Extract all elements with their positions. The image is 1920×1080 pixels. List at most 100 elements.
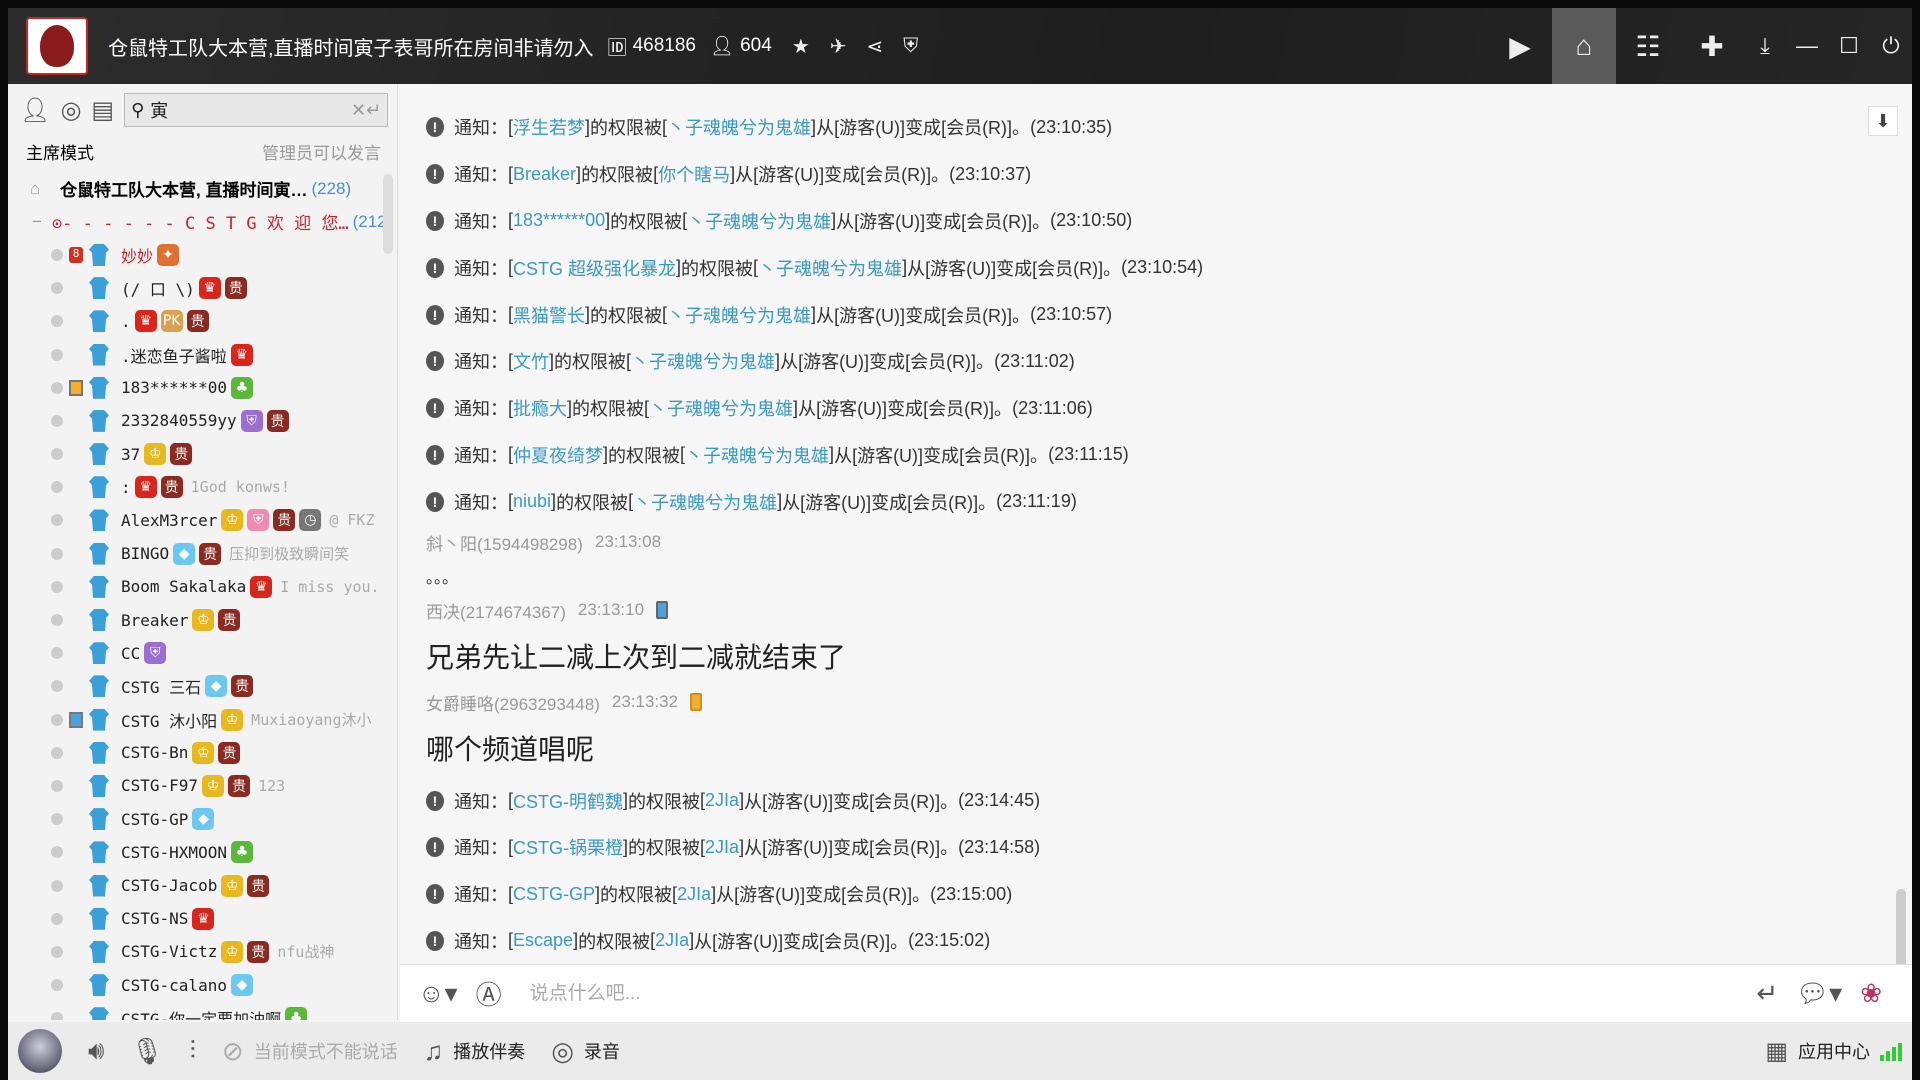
text-style-icon[interactable]: Ⓐ	[476, 975, 502, 1012]
notice-operator-link[interactable]: 你个瞎马	[658, 161, 730, 187]
notice-operator-link[interactable]: 2JIa	[705, 790, 739, 811]
list-icon[interactable]: ☷	[1616, 8, 1680, 84]
user-row[interactable]: Breaker ♔ 贵	[8, 603, 388, 636]
gamepad-icon[interactable]: ✚	[1680, 8, 1744, 84]
user-row[interactable]: BINGO ◆ 贵压抑到极致瞬间笑	[8, 537, 388, 570]
emoji-gamepad-icon[interactable]: ☺▾	[418, 978, 458, 1009]
user-row[interactable]: CSTG-GP ◆	[8, 803, 388, 836]
user-row[interactable]: CSTG 三石 ◆ 贵	[8, 670, 388, 703]
app-grid-icon[interactable]: ▦	[1765, 1037, 1788, 1066]
user-row[interactable]: Boom Sakalaka ♛ I miss you.	[8, 570, 388, 603]
chat-scrollbar[interactable]	[1896, 889, 1906, 969]
user-row[interactable]: CSTG-你一定要加油啊 ♣	[8, 1002, 388, 1020]
speaker-icon[interactable]: 🔊︎	[88, 1035, 104, 1067]
user-row[interactable]: : ♛ 贵 1God konws!	[8, 471, 388, 504]
notice-operator-link[interactable]: 丶子魂魄兮为鬼雄	[667, 302, 811, 328]
record-button[interactable]: 录音	[584, 1038, 620, 1064]
location-icon[interactable]: ◎	[60, 96, 81, 125]
avatar[interactable]	[18, 1029, 62, 1073]
app-center-button[interactable]: 应用中心	[1798, 1038, 1870, 1064]
shield-info-icon[interactable]: ⛨	[903, 35, 918, 58]
minimize-icon[interactable]: —	[1786, 8, 1828, 84]
new-role: [会员(R)]。	[907, 492, 997, 513]
chat-input[interactable]	[529, 982, 1630, 1005]
home-icon[interactable]: ⌂	[1552, 8, 1616, 84]
user-row[interactable]: 8 妙妙 ✦	[8, 238, 388, 271]
device-placeholder	[69, 347, 83, 363]
notice-user-link[interactable]: 仲夏夜绮梦	[513, 442, 603, 468]
flower-gift-icon[interactable]: ❀	[1860, 978, 1882, 1009]
user-row[interactable]: CSTG-HXMOON ♣	[8, 836, 388, 869]
share-icon[interactable]: ⋖	[867, 34, 884, 59]
message-sender[interactable]: 斜丶阳(1594498298)	[426, 530, 583, 555]
notice-operator-link[interactable]: 丶子魂魄兮为鬼雄	[687, 208, 831, 234]
notice-prefix: 通知：	[454, 931, 508, 952]
video-icon[interactable]: ▶	[1488, 8, 1552, 84]
notice-user-link[interactable]: CSTG-GP	[513, 884, 595, 905]
notice-operator-link[interactable]: 丶子魂魄兮为鬼雄	[685, 442, 829, 468]
notice-user-link[interactable]: CSTG 超级强化暴龙	[513, 255, 676, 281]
user-row[interactable]: 183******00 ♣	[8, 371, 388, 404]
user-row[interactable]: CSTG-F97 ♔ 贵 123	[8, 769, 388, 802]
chat-bubble-icon[interactable]: 💬︎▾	[1796, 978, 1842, 1009]
plane-icon[interactable]: ✈	[830, 34, 847, 59]
notice-operator-link[interactable]: 丶子魂魄兮为鬼雄	[633, 489, 777, 515]
notice-user-link[interactable]: 文竹	[513, 348, 549, 374]
send-icon[interactable]: ↵	[1756, 978, 1778, 1009]
search-input[interactable]: 寅	[150, 97, 351, 123]
status-dot	[51, 680, 63, 693]
subchannel-item[interactable]: − ⊙- - - - - - C S T G 欢 迎 您… (212)	[8, 205, 388, 238]
music-icon[interactable]: ♫	[424, 1036, 444, 1067]
notice-operator-link[interactable]: 丶子魂魄兮为鬼雄	[649, 395, 793, 421]
notice-operator-link[interactable]: 2JIa	[705, 837, 739, 858]
play-music-button[interactable]: 播放伴奏	[453, 1038, 525, 1064]
user-row[interactable]: CSTG-Bn ♔ 贵	[8, 736, 388, 769]
notice-user-link[interactable]: niubi	[513, 491, 551, 512]
sidebar-scrollbar[interactable]	[383, 174, 393, 254]
notice-operator-link[interactable]: 丶子魂魄兮为鬼雄	[667, 114, 811, 140]
user-list-icon[interactable]: 👤︎	[20, 96, 50, 125]
notice-operator-link[interactable]: 丶子魂魄兮为鬼雄	[758, 255, 902, 281]
collapse-icon[interactable]: −	[32, 212, 42, 232]
notice-user-link[interactable]: 批瘾大	[513, 395, 567, 421]
message-sender[interactable]: 西决(2174674367)	[426, 598, 566, 623]
leaf-icon: ♣	[230, 841, 253, 864]
scroll-down-button[interactable]: ⬇	[1868, 106, 1898, 136]
notice-user-link[interactable]: CSTG-锅栗橙	[513, 834, 623, 860]
member-search[interactable]: ⚲ 寅 ✕↵	[124, 93, 389, 127]
microphone-icon[interactable]: 🎙︎	[130, 1036, 163, 1067]
user-row[interactable]: CSTG-calano ◆	[8, 969, 388, 1002]
user-row[interactable]: CSTG-NS ♛	[8, 902, 388, 935]
notice-user-link[interactable]: Breaker	[513, 164, 576, 185]
notice-operator-link[interactable]: 2JIa	[677, 884, 711, 905]
user-row[interactable]: CSTG-Victz ♔ 贵 nfu战神	[8, 935, 388, 968]
notice-user-link[interactable]: 183******00	[513, 210, 605, 231]
user-row[interactable]: CC ⛨	[8, 637, 388, 670]
user-row[interactable]: 2332840559yy ⛨ 贵	[8, 404, 388, 437]
user-row[interactable]: . ♛ PK 贵	[8, 305, 388, 338]
maximize-icon[interactable]: ☐	[1828, 8, 1870, 84]
mixer-icon[interactable]: ⫶	[189, 1035, 196, 1067]
notice-row: ! 通知：[CSTG-明鹤魏] 的权限被 [2JIa] 从 [游客(U)] 变成 …	[426, 777, 1826, 824]
notice-user-link[interactable]: 黑猫警长	[513, 302, 585, 328]
user-row[interactable]: AlexM3rcer ♔ ⛨ 贵 ◷ @ FKZ	[8, 504, 388, 537]
message-sender[interactable]: 女爵睡咯(2963293448)	[426, 690, 600, 715]
user-row[interactable]: 37 ♔ 贵	[8, 438, 388, 471]
user-row[interactable]: CSTG 沐小阳 ♔ Muxiaoyang沐小	[8, 703, 388, 736]
minimize-to-tray-icon[interactable]: ⤓	[1744, 8, 1786, 84]
user-row[interactable]: (/ 口 \) ♛ 贵	[8, 272, 388, 305]
user-row[interactable]: CSTG-Jacob ♔ 贵	[8, 869, 388, 902]
record-icon[interactable]: ◎	[551, 1036, 574, 1067]
channel-item[interactable]: ⌂ 仓鼠特工队大本营, 直播时间寅… (228)	[8, 172, 388, 205]
notice-operator-link[interactable]: 丶子魂魄兮为鬼雄	[631, 348, 775, 374]
notice-user-link[interactable]: Escape	[513, 930, 573, 951]
notice-prefix: 通知：	[454, 352, 508, 373]
notice-user-link[interactable]: CSTG-明鹤魏	[513, 788, 623, 814]
favorite-star-icon[interactable]: ★	[792, 34, 810, 59]
notes-icon[interactable]: ▤	[91, 96, 114, 125]
clear-search-icon[interactable]: ✕↵	[351, 100, 381, 121]
notice-operator-link[interactable]: 2JIa	[655, 930, 689, 951]
user-row[interactable]: .迷恋鱼子酱啦 ♛	[8, 338, 388, 371]
notice-user-link[interactable]: 浮生若梦	[513, 114, 585, 140]
power-icon[interactable]: ⏻	[1870, 8, 1912, 84]
